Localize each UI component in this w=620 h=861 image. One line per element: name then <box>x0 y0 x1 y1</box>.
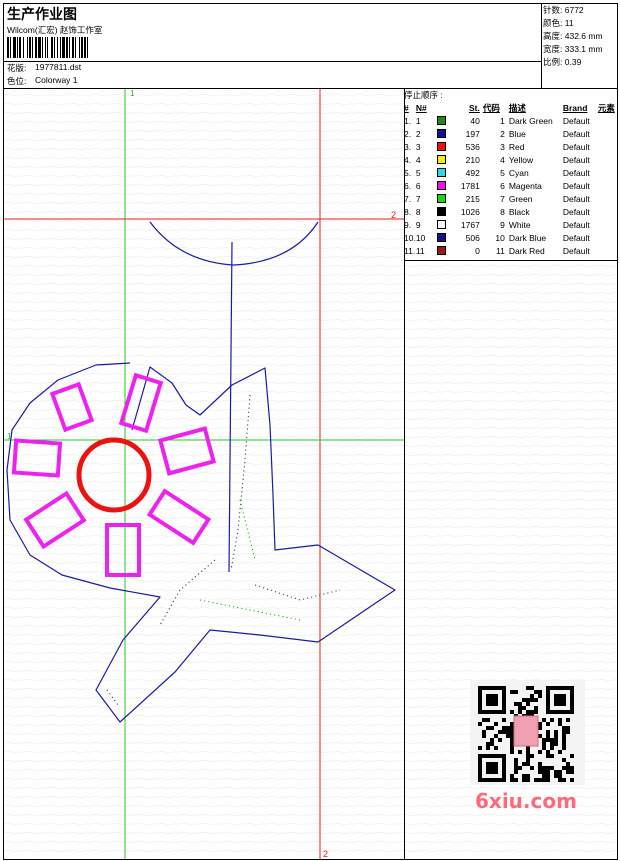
guide-label-v1: 1 <box>130 89 135 98</box>
guide-label-h2: 2 <box>391 210 396 220</box>
embroidery-preview: 1 2 1 2 <box>4 89 617 859</box>
watermark-text: 6xiu.com <box>475 789 577 813</box>
guide-label-v2: 2 <box>323 849 328 859</box>
qr-logo-seal <box>513 715 539 747</box>
canvas-background <box>4 89 404 859</box>
qr-code-watermark <box>470 680 585 785</box>
guide-label-h1: 1 <box>7 432 12 441</box>
